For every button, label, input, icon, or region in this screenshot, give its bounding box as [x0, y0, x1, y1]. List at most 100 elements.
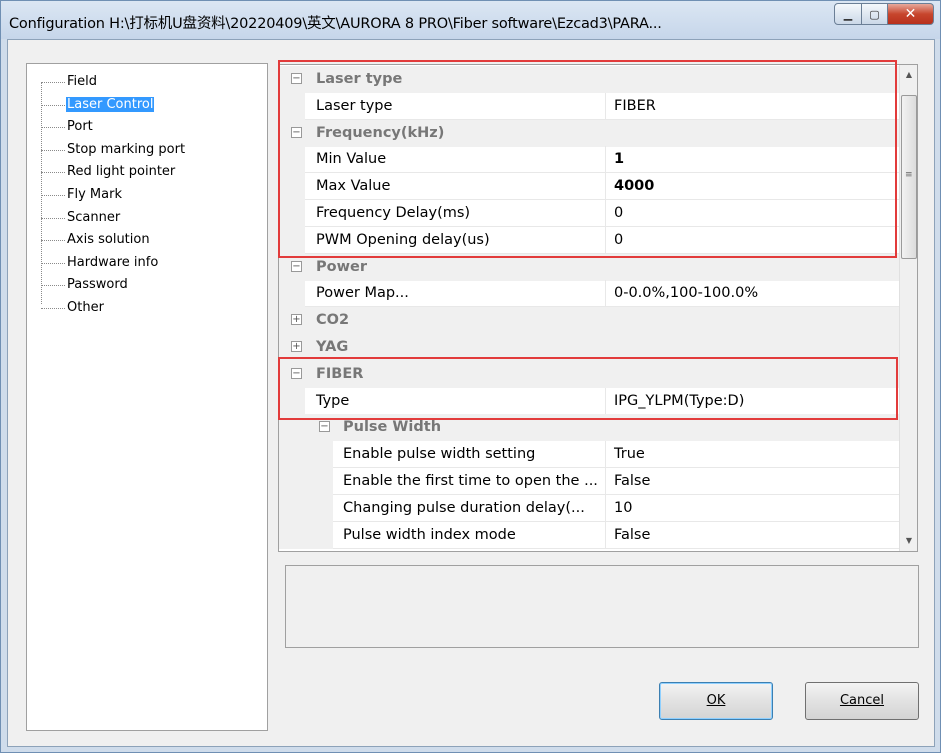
tree-item-label: Fly Mark	[67, 187, 122, 202]
property-row[interactable]: Min Value 1	[279, 146, 899, 174]
tree-connector	[41, 149, 65, 151]
column-divider[interactable]	[605, 387, 606, 414]
tree-item-stop-marking-port[interactable]: Stop marking port	[41, 140, 186, 160]
category-row[interactable]: − Power	[279, 253, 899, 281]
property-value[interactable]: 1	[614, 151, 624, 167]
row-gutter	[279, 226, 305, 254]
property-value[interactable]: 10	[614, 500, 632, 516]
property-value[interactable]: 0-0.0%,100-100.0%	[614, 285, 758, 301]
tree-item-axis-solution[interactable]: Axis solution	[41, 230, 151, 250]
collapse-icon[interactable]: −	[291, 260, 302, 272]
tree-connector	[41, 127, 65, 129]
tree-item-label: Red light pointer	[67, 164, 176, 180]
category-row[interactable]: − Laser type	[279, 66, 899, 93]
property-row[interactable]: PWM Opening delay(us) 0	[279, 226, 899, 254]
property-row[interactable]: Enable pulse width setting True	[279, 441, 899, 469]
property-name: Laser type	[316, 97, 393, 114]
tree-item-port[interactable]: Port	[41, 117, 94, 137]
scroll-up-icon[interactable]: ▲	[900, 65, 917, 85]
property-row[interactable]: Enable the first time to open the ... Fal…	[279, 468, 899, 495]
property-value[interactable]: False	[614, 527, 650, 543]
column-divider[interactable]	[605, 146, 606, 173]
title-bar[interactable]: Configuration H:\打标机U盘资料\20220409\英文\AUR…	[1, 1, 940, 39]
vertical-scrollbar[interactable]: ▲ ≡ ▼	[899, 65, 917, 551]
property-row[interactable]: Type IPG_YLPM(Type:D)	[279, 387, 899, 415]
column-divider[interactable]	[605, 441, 606, 468]
row-gutter	[279, 387, 305, 415]
property-value[interactable]: FIBER	[614, 98, 656, 114]
minimize-button[interactable]: ▁	[834, 3, 862, 25]
property-value[interactable]: False	[614, 473, 650, 489]
ok-button[interactable]: OK	[659, 682, 773, 720]
tree-item-laser-control[interactable]: Laser Control	[41, 95, 155, 115]
collapse-icon[interactable]: −	[291, 73, 302, 84]
tree-item-label: Axis solution	[67, 232, 150, 248]
expand-icon[interactable]: +	[291, 314, 302, 326]
property-grid[interactable]: − Laser type Laser type FIBER − Frequency(kHz…	[278, 64, 918, 552]
category-label: FIBER	[316, 365, 364, 382]
property-value[interactable]: 4000	[614, 178, 654, 194]
collapse-icon[interactable]: −	[291, 367, 302, 379]
column-divider[interactable]	[605, 173, 606, 200]
scroll-down-icon[interactable]: ▼	[900, 531, 917, 551]
property-row[interactable]: Max Value 4000	[279, 173, 899, 201]
category-label: Laser type	[316, 71, 403, 87]
tree-item-label: Other	[67, 300, 104, 315]
column-divider[interactable]	[605, 226, 606, 253]
tree-item-label: Hardware info	[67, 254, 159, 270]
ok-label: OK	[706, 693, 726, 708]
tree-item-scanner[interactable]: Scanner	[41, 208, 121, 228]
settings-tree[interactable]: Field Laser Control Port Stop marking port R…	[26, 63, 268, 731]
column-divider[interactable]	[605, 92, 606, 119]
property-row[interactable]: Power Map... 0-0.0%,100-100.0%	[279, 280, 899, 308]
category-label: Pulse Width	[343, 419, 442, 436]
tree-item-label: Scanner	[67, 209, 121, 225]
column-divider[interactable]	[605, 280, 606, 307]
category-row[interactable]: + CO2	[279, 307, 899, 335]
collapse-icon[interactable]: −	[319, 421, 330, 433]
property-row[interactable]: Pulse width index mode False	[279, 521, 899, 549]
tree-connector	[41, 82, 65, 83]
tree-item-other[interactable]: Other	[41, 298, 105, 318]
property-value[interactable]: IPG_YLPM(Type:D)	[614, 393, 744, 409]
property-name: Max Value	[316, 178, 391, 195]
property-value[interactable]: 0	[614, 232, 623, 248]
tree-item-password[interactable]: Password	[41, 275, 129, 295]
tree-item-fly-mark[interactable]: Fly Mark	[41, 185, 123, 205]
grip-icon: ≡	[905, 170, 913, 180]
tree-item-hardware-info[interactable]: Hardware info	[41, 253, 159, 273]
category-row[interactable]: − Frequency(kHz)	[279, 119, 899, 147]
category-row[interactable]: − Pulse Width	[279, 414, 899, 442]
property-name: Min Value	[316, 151, 387, 168]
row-gutter	[279, 521, 333, 549]
close-button[interactable]: ✕	[888, 3, 934, 25]
cancel-button[interactable]: Cancel	[805, 682, 919, 720]
expand-icon[interactable]: +	[291, 341, 302, 352]
row-gutter	[279, 414, 305, 442]
tree-item-label: Stop marking port	[67, 141, 186, 157]
column-divider[interactable]	[605, 494, 606, 521]
cancel-label: Cancel	[839, 693, 885, 708]
row-gutter	[279, 92, 305, 120]
property-row[interactable]: Changing pulse duration delay(... 10	[279, 494, 899, 522]
tree-item-label: Port	[67, 119, 93, 135]
column-divider[interactable]	[605, 521, 606, 548]
maximize-button[interactable]: ▢	[862, 3, 888, 25]
collapse-icon[interactable]: −	[291, 126, 302, 138]
column-divider[interactable]	[605, 468, 606, 494]
property-value[interactable]: 0	[614, 205, 623, 221]
category-row[interactable]: − FIBER	[279, 360, 899, 388]
scroll-thumb[interactable]: ≡	[901, 95, 917, 259]
tree-connector	[41, 308, 65, 309]
category-row[interactable]: + YAG	[279, 334, 899, 361]
property-name: Enable pulse width setting	[343, 446, 536, 463]
tree-item-red-light-pointer[interactable]: Red light pointer	[41, 162, 176, 182]
tree-connector	[41, 104, 65, 106]
row-gutter	[279, 200, 305, 227]
tree-connector	[41, 217, 65, 219]
property-row[interactable]: Frequency Delay(ms) 0	[279, 200, 899, 227]
tree-item-field[interactable]: Field	[41, 72, 98, 92]
column-divider[interactable]	[605, 200, 606, 226]
property-row[interactable]: Laser type FIBER	[279, 92, 899, 120]
property-value[interactable]: True	[614, 446, 645, 462]
